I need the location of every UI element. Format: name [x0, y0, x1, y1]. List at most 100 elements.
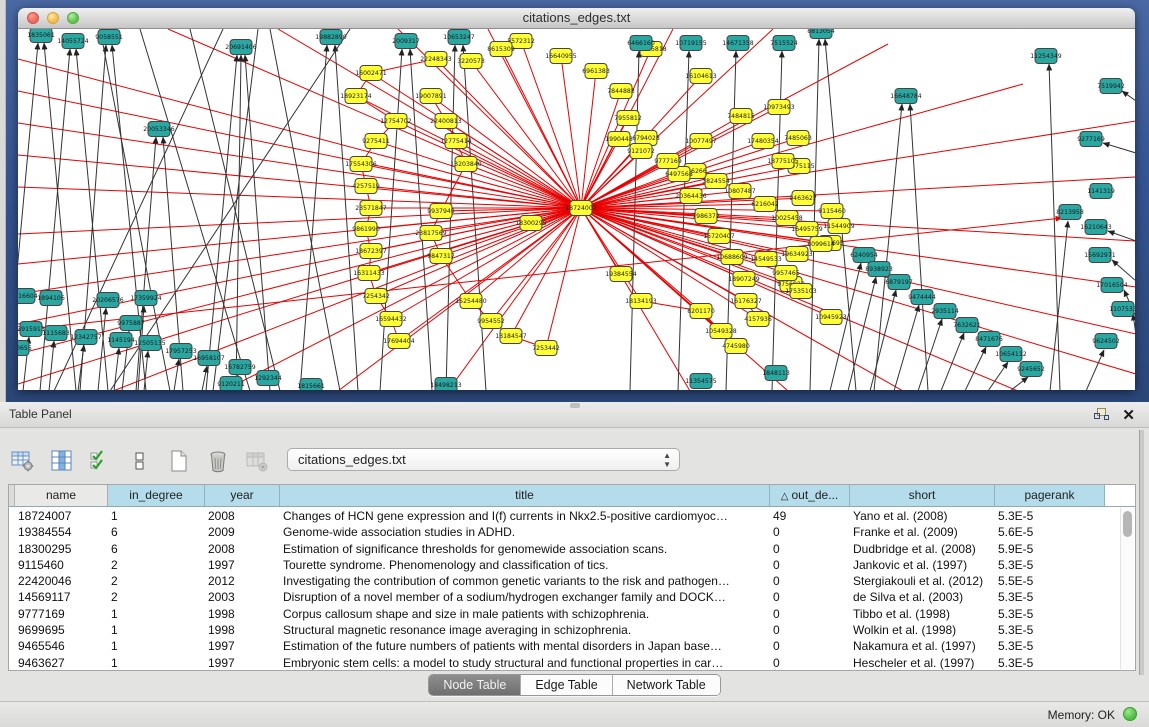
table-cell[interactable]: Genome-wide association studies in ADHD. [274, 524, 764, 540]
close-window-button[interactable] [27, 12, 39, 24]
table-cell[interactable]: 9115460 [9, 557, 102, 573]
table-cell[interactable]: 19384554 [9, 524, 102, 540]
column-header-pagerank[interactable]: pagerank [995, 485, 1105, 506]
network-node[interactable]: 1115683 [42, 326, 70, 341]
network-node[interactable]: 18724007 [565, 201, 597, 216]
network-node[interactable]: 10973493 [763, 100, 795, 115]
table-cell[interactable]: 0 [764, 638, 844, 654]
row-height-button[interactable] [127, 448, 153, 474]
table-cell[interactable]: Corpus callosum shape and size in male p… [274, 606, 764, 622]
citation-edge-red[interactable] [546, 208, 581, 348]
table-row[interactable]: 1456911722003Disruption of a novel membe… [9, 589, 1119, 605]
network-node[interactable]: 17535103 [785, 284, 817, 299]
table-selector-dropdown[interactable]: citations_edges.txt ▲▼ [287, 448, 680, 471]
table-row[interactable]: 1938455462009Genome-wide association stu… [9, 524, 1119, 540]
network-node[interactable]: 13184547 [495, 329, 527, 344]
table-cell[interactable]: 9699695 [9, 622, 102, 638]
table-cell[interactable]: 0 [764, 606, 844, 622]
table-cell[interactable]: 5.3E-5 [989, 655, 1099, 670]
table-cell[interactable]: 2003 [199, 589, 274, 605]
table-cell[interactable]: 0 [764, 622, 844, 638]
float-panel-icon[interactable] [1094, 408, 1109, 421]
network-node[interactable]: 9861990 [352, 222, 380, 237]
table-cell[interactable]: 14569117 [9, 589, 102, 605]
network-node[interactable]: 1145194 [107, 333, 135, 348]
network-node[interactable]: 16495759 [791, 222, 823, 237]
network-node[interactable]: 23817569 [415, 226, 447, 241]
citation-edge-black[interactable] [270, 29, 340, 390]
network-node[interactable]: 1107533 [1109, 302, 1135, 317]
table-cell[interactable]: 2 [102, 573, 199, 589]
network-node[interactable]: 3220573 [457, 54, 485, 69]
column-header-in_degree[interactable]: in_degree [108, 485, 205, 506]
network-node[interactable]: 8099614 [807, 237, 835, 252]
network-node[interactable]: 9847317 [427, 249, 455, 264]
network-node[interactable]: 1990448 [605, 132, 633, 147]
table-cell[interactable]: 0 [764, 573, 844, 589]
network-node[interactable]: 12754702 [380, 114, 412, 129]
network-node[interactable]: 11354575 [685, 374, 717, 389]
network-node[interactable]: 16311433 [353, 266, 385, 281]
table-cell[interactable]: Jankovic et al. (1997) [844, 557, 989, 573]
table-cell[interactable]: 0 [764, 655, 844, 670]
network-canvas[interactable]: 1872400710973493748506313975115946362791… [18, 29, 1135, 390]
table-scrollbar[interactable] [1120, 508, 1134, 669]
network-node[interactable]: 9954552 [477, 314, 505, 329]
network-node[interactable]: 10653247 [443, 30, 475, 45]
citation-edge-black[interactable] [190, 29, 280, 390]
select-column-button[interactable] [49, 448, 75, 474]
citation-edge-black[interactable] [1049, 64, 1060, 390]
network-node[interactable]: 2935114 [931, 304, 959, 319]
network-node[interactable]: 14671358 [722, 36, 754, 51]
table-cell[interactable]: 22420046 [9, 573, 102, 589]
column-header-out_de[interactable]: △out_de... [770, 485, 850, 506]
zoom-window-button[interactable] [67, 12, 79, 24]
network-node[interactable]: 1894106 [37, 291, 65, 306]
new-table-button[interactable] [166, 448, 192, 474]
network-node[interactable]: 9957465 [772, 266, 800, 281]
citation-edge-black[interactable] [1103, 143, 1135, 153]
network-node[interactable]: 10654112 [995, 347, 1027, 362]
network-node[interactable]: 4157936 [744, 312, 772, 327]
citation-edge-black[interactable] [18, 43, 38, 390]
network-node[interactable]: 4257519 [352, 179, 380, 194]
network-graph[interactable]: 1872400710973493748506313975115946362791… [18, 29, 1135, 390]
table-row[interactable]: 2242004622012Investigating the contribut… [9, 573, 1119, 589]
citation-edge-black[interactable] [1010, 377, 1028, 390]
network-node[interactable]: 14549533 [750, 252, 782, 267]
network-node[interactable]: 16648784 [890, 89, 922, 104]
table-cell[interactable]: 6 [102, 541, 199, 557]
network-node[interactable]: 19384554 [605, 267, 637, 282]
network-node[interactable]: 1815661 [297, 379, 325, 391]
network-node[interactable]: 10719155 [675, 36, 707, 51]
network-node[interactable]: 8615309 [487, 42, 515, 57]
network-node[interactable]: 16002471 [355, 66, 387, 81]
network-node[interactable]: 9474444 [908, 290, 936, 305]
network-window-titlebar[interactable]: citations_edges.txt [18, 8, 1135, 29]
network-node[interactable]: 20364436 [675, 189, 707, 204]
table-cell[interactable]: 5.3E-5 [989, 589, 1099, 605]
citation-edge-red[interactable] [18, 59, 581, 208]
column-header-year[interactable]: year [205, 485, 280, 506]
network-node[interactable]: 16176327 [730, 294, 762, 309]
network-node[interactable]: 7254342 [362, 289, 390, 304]
network-node[interactable]: 6466160 [627, 36, 655, 51]
citation-edge-red[interactable] [431, 96, 581, 208]
table-cell[interactable]: 2012 [199, 573, 274, 589]
table-cell[interactable]: 1 [102, 606, 199, 622]
network-node[interactable]: 7485063 [784, 131, 812, 146]
citation-edge-black[interactable] [136, 137, 156, 390]
network-node[interactable]: 20691406 [225, 40, 257, 55]
citation-edge-black[interactable] [213, 29, 258, 390]
scrollbar-thumb[interactable] [1123, 511, 1132, 537]
column-header-name[interactable]: name [15, 485, 108, 506]
network-node[interactable]: 20053346 [143, 122, 175, 137]
network-node[interactable]: 9975887 [117, 316, 145, 331]
citation-edge-black[interactable] [174, 359, 179, 390]
table-cell[interactable]: 5.3E-5 [989, 508, 1099, 524]
network-node[interactable]: 18134193 [625, 294, 657, 309]
table-cell[interactable]: 2 [102, 557, 199, 573]
table-cell[interactable]: Wolkin et al. (1998) [844, 622, 989, 638]
network-node[interactable]: 7986372 [692, 209, 720, 224]
network-node[interactable]: 12505135 [134, 336, 166, 351]
